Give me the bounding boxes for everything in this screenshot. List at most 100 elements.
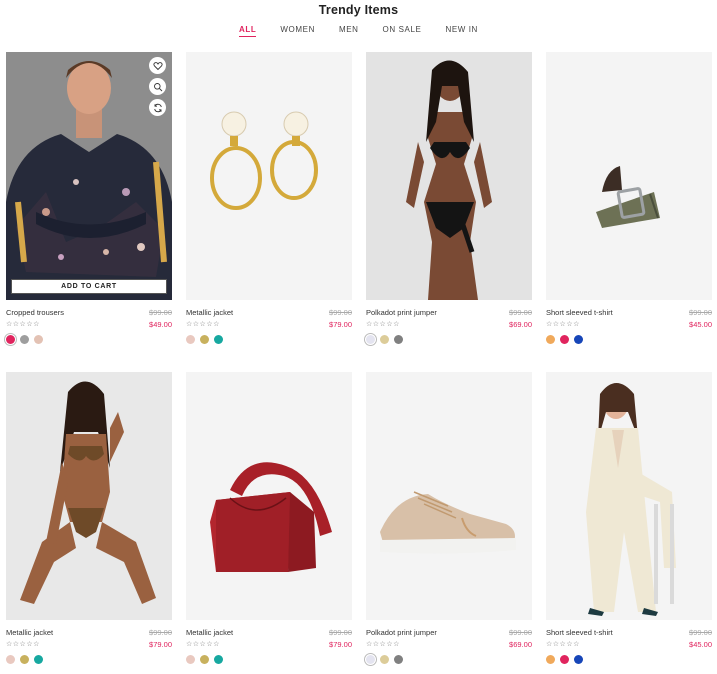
product-image[interactable] [186, 372, 352, 620]
color-swatch[interactable] [394, 655, 403, 664]
color-swatches [186, 655, 223, 664]
color-swatch[interactable] [574, 335, 583, 344]
product-old-price: $99.00 [329, 308, 352, 317]
woman-brown-bikini-image [20, 381, 156, 604]
color-swatch[interactable] [546, 655, 555, 664]
tab-men[interactable]: MEN [339, 25, 359, 37]
rating-stars: ☆☆☆☆☆ [6, 641, 40, 648]
product-old-price: $99.00 [149, 628, 172, 637]
product-name[interactable]: Metallic jacket [186, 308, 233, 317]
product-image[interactable]: ADD TO CART [6, 52, 172, 300]
tab-women[interactable]: WOMEN [280, 25, 315, 37]
product-price: $45.00 [689, 640, 712, 649]
color-swatches [366, 335, 403, 344]
product-old-price: $99.00 [509, 628, 532, 637]
refresh-icon [153, 103, 162, 112]
color-swatch[interactable] [200, 655, 209, 664]
product-name[interactable]: Short sleeved t-shirt [546, 308, 613, 317]
color-swatch[interactable] [574, 655, 583, 664]
tab-new-in[interactable]: NEW IN [445, 25, 478, 37]
color-swatches [366, 655, 403, 664]
product-card[interactable]: Short sleeved t-shirt $99.00 ☆☆☆☆☆ $45.0… [546, 372, 712, 670]
color-swatches [6, 335, 43, 344]
tab-on-sale[interactable]: ON SALE [383, 25, 422, 37]
wishlist-button[interactable] [149, 57, 166, 74]
color-swatch[interactable] [214, 335, 223, 344]
product-image[interactable] [546, 372, 712, 620]
product-price: $45.00 [689, 320, 712, 329]
beige-sneaker-image [380, 491, 516, 554]
filter-tabs: ALL WOMEN MEN ON SALE NEW IN [0, 25, 717, 37]
color-swatch[interactable] [186, 335, 195, 344]
product-old-price: $99.00 [689, 628, 712, 637]
color-swatch[interactable] [186, 655, 195, 664]
color-swatch[interactable] [560, 655, 569, 664]
color-swatch[interactable] [34, 655, 43, 664]
product-name[interactable]: Cropped trousers [6, 308, 64, 317]
product-old-price: $99.00 [329, 628, 352, 637]
color-swatch[interactable] [394, 335, 403, 344]
product-image[interactable] [186, 52, 352, 300]
product-price: $49.00 [149, 320, 172, 329]
product-old-price: $99.00 [689, 308, 712, 317]
gold-earrings-image [210, 111, 318, 210]
product-price: $79.00 [329, 640, 352, 649]
color-swatch[interactable] [6, 655, 15, 664]
color-swatch[interactable] [380, 335, 389, 344]
section-title: Trendy Items [318, 3, 399, 17]
rating-stars: ☆☆☆☆☆ [546, 641, 580, 648]
product-name[interactable]: Metallic jacket [6, 628, 53, 637]
search-icon [153, 82, 162, 91]
product-card[interactable]: Metallic jacket $99.00 ☆☆☆☆☆ $79.00 [6, 372, 172, 670]
product-image[interactable] [6, 372, 172, 620]
product-grid: ADD TO CART Cropped trousers $99.00 ☆☆☆☆… [6, 52, 712, 672]
quick-actions [149, 57, 166, 116]
color-swatch[interactable] [200, 335, 209, 344]
product-card[interactable]: Short sleeved t-shirt $99.00 ☆☆☆☆☆ $45.0… [546, 52, 712, 350]
product-name[interactable]: Polkadot print jumper [366, 628, 437, 637]
rating-stars: ☆☆☆☆☆ [366, 641, 400, 648]
woman-cream-suit-image [586, 383, 676, 616]
color-swatch[interactable] [366, 655, 375, 664]
rating-stars: ☆☆☆☆☆ [546, 321, 580, 328]
rating-stars: ☆☆☆☆☆ [186, 321, 220, 328]
add-to-cart-button[interactable]: ADD TO CART [11, 279, 167, 294]
man-floral-jacket-image [6, 52, 172, 300]
olive-belt-image [596, 166, 660, 228]
product-name[interactable]: Metallic jacket [186, 628, 233, 637]
product-price: $69.00 [509, 640, 532, 649]
rating-stars: ☆☆☆☆☆ [186, 641, 220, 648]
product-card[interactable]: ADD TO CART Cropped trousers $99.00 ☆☆☆☆… [6, 52, 172, 350]
color-swatch[interactable] [20, 655, 29, 664]
color-swatch[interactable] [6, 335, 15, 344]
product-price: $79.00 [329, 320, 352, 329]
color-swatch[interactable] [546, 335, 555, 344]
product-card[interactable]: Polkadot print jumper $99.00 ☆☆☆☆☆ $69.0… [366, 372, 532, 670]
product-old-price: $99.00 [149, 308, 172, 317]
compare-button[interactable] [149, 99, 166, 116]
color-swatch[interactable] [366, 335, 375, 344]
product-image[interactable] [366, 372, 532, 620]
color-swatch[interactable] [34, 335, 43, 344]
quick-view-button[interactable] [149, 78, 166, 95]
heart-icon [152, 61, 163, 70]
color-swatch[interactable] [380, 655, 389, 664]
product-card[interactable]: Polkadot print jumper $99.00 ☆☆☆☆☆ $69.0… [366, 52, 532, 350]
color-swatch[interactable] [20, 335, 29, 344]
rating-stars: ☆☆☆☆☆ [366, 321, 400, 328]
product-price: $79.00 [149, 640, 172, 649]
product-card[interactable]: Metallic jacket $99.00 ☆☆☆☆☆ $79.00 [186, 372, 352, 670]
color-swatches [546, 655, 583, 664]
product-name[interactable]: Short sleeved t-shirt [546, 628, 613, 637]
tab-all[interactable]: ALL [239, 25, 257, 37]
product-card[interactable]: Metallic jacket $99.00 ☆☆☆☆☆ $79.00 [186, 52, 352, 350]
product-name[interactable]: Polkadot print jumper [366, 308, 437, 317]
color-swatches [186, 335, 223, 344]
color-swatch[interactable] [560, 335, 569, 344]
product-image[interactable] [366, 52, 532, 300]
woman-black-swimsuit-image [406, 60, 492, 300]
color-swatches [6, 655, 43, 664]
product-image[interactable] [546, 52, 712, 300]
color-swatch[interactable] [214, 655, 223, 664]
color-swatches [546, 335, 583, 344]
